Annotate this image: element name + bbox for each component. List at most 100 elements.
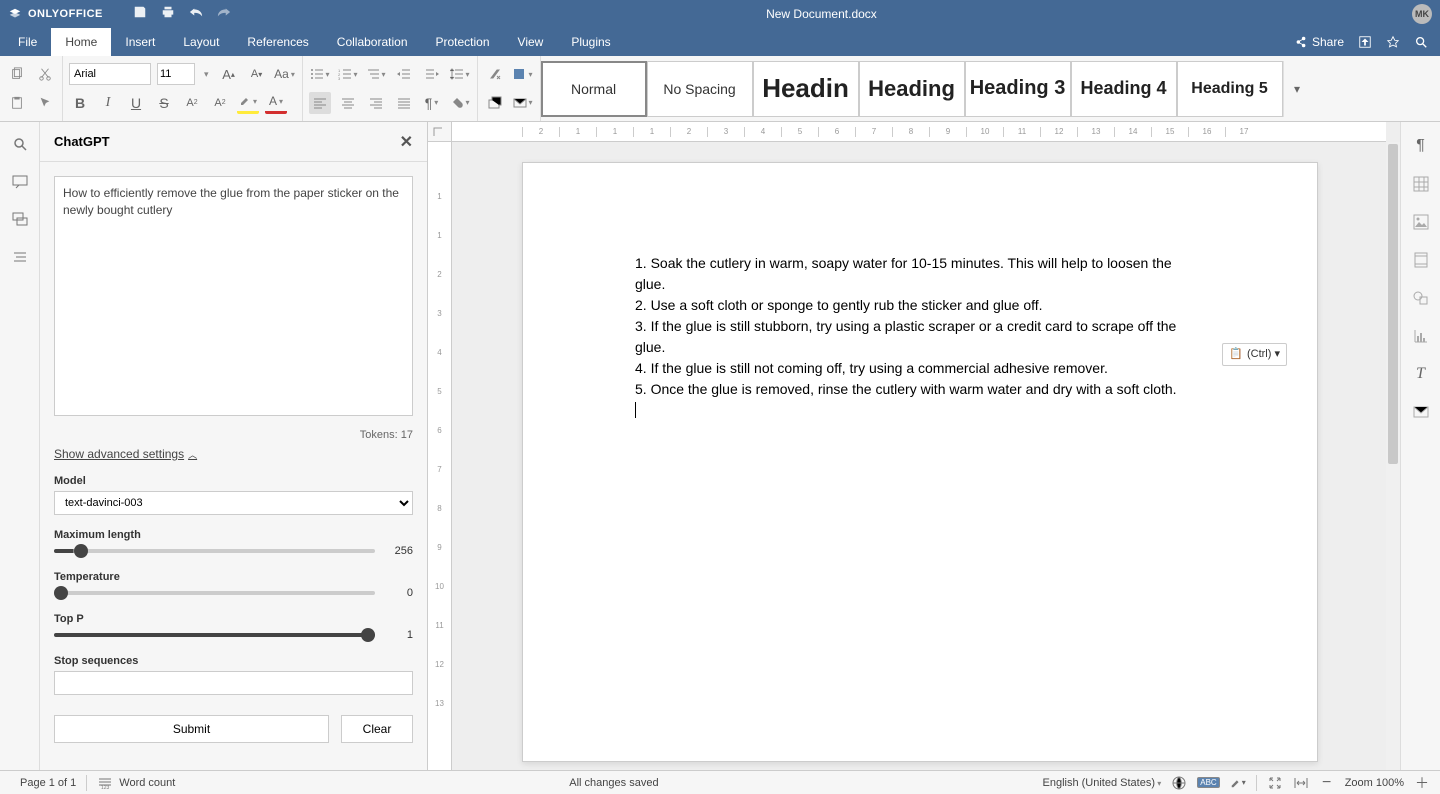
increase-font-icon[interactable]: A▴ bbox=[218, 63, 240, 85]
style-heading-5[interactable]: Heading 5 bbox=[1177, 61, 1283, 117]
increase-indent-button[interactable] bbox=[421, 63, 443, 85]
set-doc-language-icon[interactable] bbox=[1171, 775, 1187, 791]
page-info[interactable]: Page 1 of 1 bbox=[10, 771, 86, 794]
menu-insert[interactable]: Insert bbox=[111, 28, 169, 56]
menu-file[interactable]: File bbox=[4, 28, 51, 56]
clear-style-icon[interactable] bbox=[484, 63, 506, 85]
menu-plugins[interactable]: Plugins bbox=[557, 28, 624, 56]
align-center-button[interactable] bbox=[337, 92, 359, 114]
style-heading-1[interactable]: Headin bbox=[753, 61, 859, 117]
mailings-button[interactable] bbox=[512, 92, 534, 114]
zoom-in-icon[interactable]: ＋ bbox=[1414, 775, 1430, 791]
scrollbar-thumb[interactable] bbox=[1388, 144, 1398, 464]
insert-shape-button[interactable] bbox=[484, 92, 506, 114]
advanced-settings-toggle[interactable]: Show advanced settings ︿ bbox=[54, 447, 197, 461]
favorite-icon[interactable] bbox=[1386, 35, 1400, 49]
fit-page-icon[interactable] bbox=[1267, 775, 1283, 791]
table-settings-icon[interactable] bbox=[1411, 174, 1431, 194]
style-no-spacing[interactable]: No Spacing bbox=[647, 61, 753, 117]
comments-icon[interactable] bbox=[10, 172, 30, 192]
menu-home[interactable]: Home bbox=[51, 28, 111, 56]
close-icon[interactable]: ✕ bbox=[400, 132, 413, 152]
change-case-icon[interactable]: Aa bbox=[274, 63, 296, 85]
find-icon[interactable] bbox=[10, 134, 30, 154]
page-scroll-region[interactable]: 1. Soak the cutlery in warm, soapy water… bbox=[452, 142, 1386, 770]
shape-fill-button[interactable] bbox=[512, 63, 534, 85]
zoom-label[interactable]: Zoom 100% bbox=[1345, 777, 1404, 789]
model-select[interactable]: text-davinci-003 bbox=[54, 491, 413, 515]
undo-icon[interactable] bbox=[189, 5, 203, 23]
decrease-indent-button[interactable] bbox=[393, 63, 415, 85]
multilevel-list-button[interactable] bbox=[365, 63, 387, 85]
superscript-button[interactable]: A2 bbox=[181, 92, 203, 114]
open-location-icon[interactable] bbox=[1358, 35, 1372, 49]
font-size-dropdown-icon[interactable]: ▾ bbox=[201, 69, 212, 80]
stop-sequences-input[interactable] bbox=[54, 671, 413, 695]
copy-icon[interactable] bbox=[6, 63, 28, 85]
spellcheck-button[interactable]: ABC bbox=[1197, 777, 1219, 788]
line-spacing-button[interactable] bbox=[449, 63, 471, 85]
paragraph-mark-button[interactable]: ¶ bbox=[421, 92, 443, 114]
styles-more-button[interactable]: ▾ bbox=[1283, 61, 1311, 117]
shading-button[interactable] bbox=[449, 92, 471, 114]
clear-button[interactable]: Clear bbox=[341, 715, 413, 743]
paste-icon[interactable] bbox=[6, 92, 28, 114]
prompt-textarea[interactable] bbox=[54, 176, 413, 416]
shape-settings-icon[interactable] bbox=[1411, 288, 1431, 308]
save-icon[interactable] bbox=[133, 5, 147, 24]
language-select[interactable]: English (United States) bbox=[1043, 777, 1162, 789]
subscript-button[interactable]: A2 bbox=[209, 92, 231, 114]
numbered-list-button[interactable]: 123 bbox=[337, 63, 359, 85]
mail-merge-icon[interactable] bbox=[1411, 402, 1431, 422]
italic-button[interactable]: I bbox=[97, 92, 119, 114]
user-avatar[interactable]: MK bbox=[1412, 4, 1432, 24]
fit-width-icon[interactable] bbox=[1293, 775, 1309, 791]
image-settings-icon[interactable] bbox=[1411, 212, 1431, 232]
font-color-button[interactable]: A bbox=[265, 92, 287, 114]
max-length-slider[interactable] bbox=[54, 549, 375, 553]
strikethrough-button[interactable]: S bbox=[153, 92, 175, 114]
style-heading-4[interactable]: Heading 4 bbox=[1071, 61, 1177, 117]
underline-button[interactable]: U bbox=[125, 92, 147, 114]
font-name-select[interactable] bbox=[69, 63, 151, 85]
redo-icon[interactable] bbox=[217, 5, 231, 23]
menu-protection[interactable]: Protection bbox=[422, 28, 504, 56]
menu-view[interactable]: View bbox=[504, 28, 558, 56]
text-art-icon[interactable]: T bbox=[1411, 364, 1431, 384]
horizontal-ruler[interactable]: 2111234567891011121314151617 bbox=[452, 122, 1386, 142]
print-icon[interactable] bbox=[161, 5, 175, 24]
paragraph-settings-icon[interactable]: ¶ bbox=[1411, 136, 1431, 156]
decrease-font-icon[interactable]: A▾ bbox=[246, 63, 268, 85]
select-cursor-icon[interactable] bbox=[34, 92, 56, 114]
header-footer-icon[interactable] bbox=[1411, 250, 1431, 270]
font-size-select[interactable] bbox=[157, 63, 195, 85]
bold-button[interactable]: B bbox=[69, 92, 91, 114]
track-changes-icon[interactable]: ▾ bbox=[1230, 775, 1246, 791]
menu-references[interactable]: References bbox=[233, 28, 322, 56]
submit-button[interactable]: Submit bbox=[54, 715, 329, 743]
top-p-slider[interactable] bbox=[54, 633, 375, 637]
zoom-out-icon[interactable]: − bbox=[1319, 775, 1335, 791]
highlight-color-button[interactable] bbox=[237, 92, 259, 114]
cut-icon[interactable] bbox=[34, 63, 56, 85]
style-normal[interactable]: Normal bbox=[541, 61, 647, 117]
search-icon[interactable] bbox=[1414, 35, 1428, 49]
style-heading-2[interactable]: Heading bbox=[859, 61, 965, 117]
paste-options-button[interactable]: (Ctrl) ▾ bbox=[1222, 343, 1287, 366]
vertical-ruler[interactable]: 112345678910111213 bbox=[428, 142, 452, 770]
align-left-button[interactable] bbox=[309, 92, 331, 114]
chat-icon[interactable] bbox=[10, 210, 30, 230]
document-page[interactable]: 1. Soak the cutlery in warm, soapy water… bbox=[522, 162, 1318, 762]
chart-settings-icon[interactable] bbox=[1411, 326, 1431, 346]
share-button[interactable]: Share bbox=[1294, 35, 1344, 49]
temperature-slider[interactable] bbox=[54, 591, 375, 595]
bullet-list-button[interactable] bbox=[309, 63, 331, 85]
menu-layout[interactable]: Layout bbox=[169, 28, 233, 56]
menu-collaboration[interactable]: Collaboration bbox=[323, 28, 422, 56]
align-justify-button[interactable] bbox=[393, 92, 415, 114]
style-heading-3[interactable]: Heading 3 bbox=[965, 61, 1071, 117]
vertical-scrollbar[interactable] bbox=[1386, 142, 1400, 770]
word-count-button[interactable]: 123 Word count bbox=[87, 771, 185, 794]
align-right-button[interactable] bbox=[365, 92, 387, 114]
navigation-icon[interactable] bbox=[10, 248, 30, 268]
